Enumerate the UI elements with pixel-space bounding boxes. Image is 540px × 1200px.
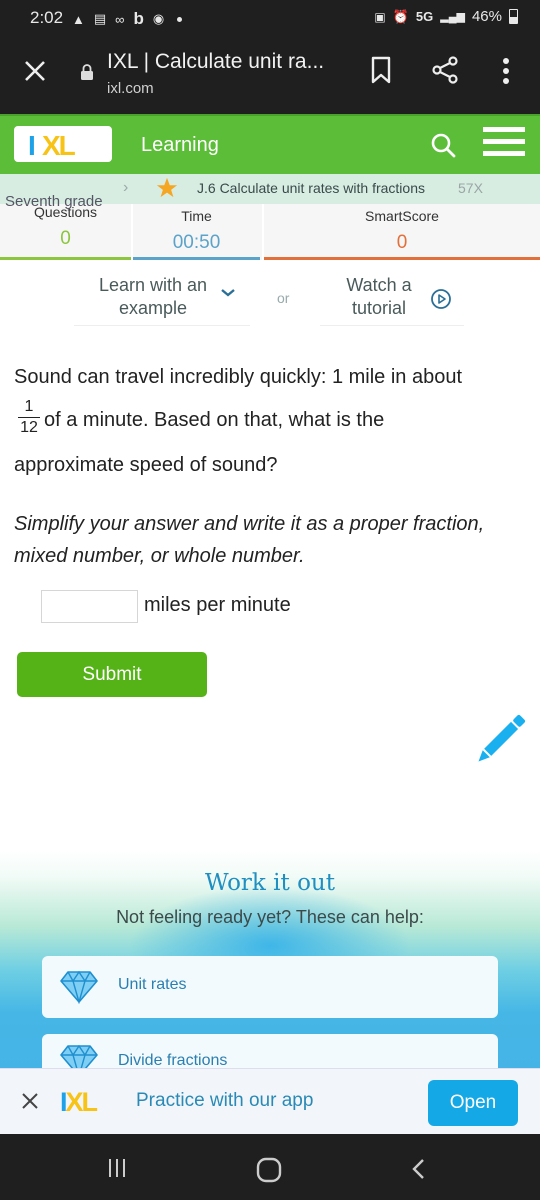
time-label: Time (181, 208, 212, 224)
skill-code: 57X (458, 180, 483, 196)
logo-i: I (28, 130, 36, 161)
fraction-bar (18, 417, 40, 418)
site-header: I XL Learning (0, 114, 540, 174)
notification-icons: ▲ ▤ ∞ b ◉ (72, 9, 183, 29)
star-icon (156, 177, 178, 198)
snapchat-icon: ▲ (72, 11, 85, 27)
answer-unit: miles per minute (144, 594, 291, 616)
diamond-icon (60, 970, 98, 1004)
signal-icon: ▂▄▆ (440, 11, 465, 23)
app-banner-text: Practice with our app (136, 1090, 314, 1111)
learn-label: Learn with an example (98, 275, 208, 318)
recent-apps-icon[interactable] (107, 1158, 127, 1178)
fraction-denominator: 12 (20, 419, 38, 436)
time-value: 00:50 (172, 232, 221, 253)
question-line-2: of a minute. Based on that, what is the (44, 409, 385, 431)
help-skill-card[interactable]: Unit rates (42, 956, 498, 1018)
chevron-right-icon: › (123, 179, 129, 196)
open-app-button[interactable]: Open (428, 1080, 518, 1126)
system-icons: ▣ ⏰ 5G ▂▄▆ 46% (374, 8, 518, 25)
nav-learning[interactable]: Learning (141, 134, 219, 157)
page-title: IXL | Calculate unit ra... (107, 50, 325, 73)
chevron-down-icon (221, 289, 235, 297)
time-bar (133, 257, 260, 260)
stat-smartscore: SmartScore 0 (262, 204, 540, 260)
ixl-app-logo: IXL (60, 1087, 98, 1118)
ixl-logo[interactable]: I XL (14, 126, 112, 162)
question-line-1: Sound can travel incredibly quickly: 1 m… (14, 366, 463, 388)
questions-value: 0 (60, 228, 71, 249)
grade-link[interactable]: Seventh grade (5, 193, 103, 210)
page-url[interactable]: ixl.com (107, 80, 154, 97)
back-icon[interactable] (410, 1158, 426, 1180)
smartscore-label: SmartScore (365, 208, 439, 224)
help-skill-label: Unit rates (118, 976, 187, 993)
search-icon[interactable] (430, 132, 456, 158)
pencil-icon[interactable] (470, 712, 528, 770)
more-options-icon[interactable] (500, 56, 512, 86)
home-icon[interactable] (256, 1157, 282, 1183)
work-it-out-subtitle: Not feeling ready yet? These can help: (116, 907, 424, 927)
answer-input[interactable] (41, 590, 138, 623)
work-it-out-title: Work it out (205, 870, 335, 896)
voicemail-icon: ∞ (115, 11, 125, 27)
battery-percent: 46% (471, 8, 502, 25)
submit-button[interactable]: Submit (17, 652, 207, 697)
stats-panel: Questions 0 Time 00:50 SmartScore 0 (0, 204, 540, 260)
questions-bar (0, 257, 131, 260)
help-options: Learn with an example or Watch a tutoria… (0, 262, 540, 334)
vpn-icon: ▣ (374, 9, 386, 24)
smartscore-value: 0 (396, 232, 408, 253)
stat-questions: Questions 0 (0, 204, 131, 260)
alarm-icon: ⏰ (392, 8, 409, 24)
status-time: 2:02 (30, 8, 64, 27)
smartscore-bar (264, 257, 540, 260)
learn-with-example-button[interactable]: Learn with an example (74, 268, 250, 326)
browser-toolbar: IXL | Calculate unit ra... ixl.com (0, 36, 540, 114)
bing-icon: b (133, 9, 144, 28)
logo-xl: XL (42, 130, 76, 161)
news-icon: ▤ (93, 11, 107, 26)
logo-xl: XL (65, 1087, 98, 1117)
skill-name: J.6 Calculate unit rates with fractions (197, 180, 425, 196)
instructions: Simplify your answer and write it as a p… (14, 513, 485, 567)
play-icon (431, 289, 451, 309)
or-separator: or (277, 290, 290, 306)
bookmark-icon[interactable] (370, 56, 392, 84)
battery-icon (509, 9, 518, 24)
lock-icon (81, 64, 93, 80)
close-banner-icon[interactable] (21, 1092, 39, 1110)
system-nav-bar (0, 1134, 540, 1200)
share-icon[interactable] (430, 55, 460, 85)
watch-tutorial-button[interactable]: Watch a tutorial (320, 268, 464, 326)
hamburger-menu-icon[interactable] (483, 127, 525, 163)
stat-time: Time 00:50 (131, 204, 260, 260)
network-type: 5G (415, 9, 434, 24)
close-tab-icon[interactable] (22, 58, 48, 84)
fraction: 1 12 (18, 398, 40, 437)
question-line-3: approximate speed of sound? (14, 454, 278, 476)
status-bar: 2:02 ▲ ▤ ∞ b ◉ ▣ ⏰ 5G ▂▄▆ 46% (0, 0, 540, 36)
chrome-icon: ◉ (152, 11, 165, 26)
work-it-out-section: Work it out Not feeling ready yet? These… (0, 850, 540, 1078)
fraction-numerator: 1 (24, 398, 34, 415)
dot-icon (177, 16, 183, 22)
app-banner: IXL Practice with our app Open (0, 1068, 540, 1134)
watch-label: Watch a tutorial (346, 275, 412, 318)
